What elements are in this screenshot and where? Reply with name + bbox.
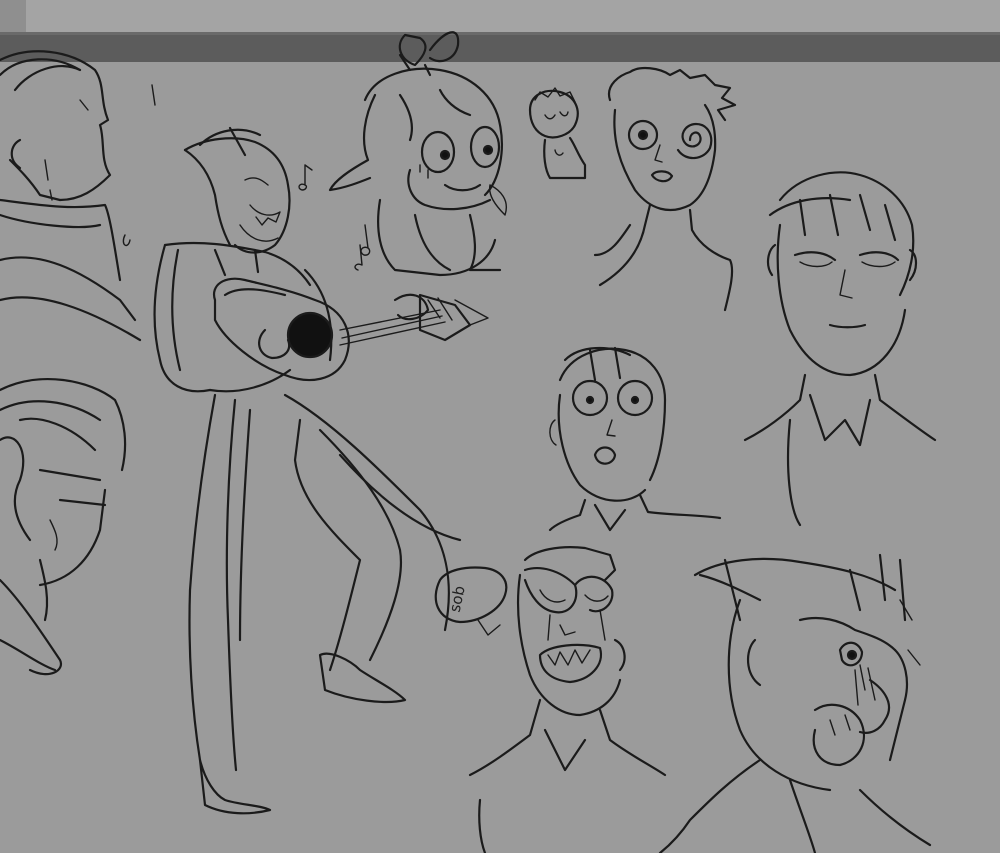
sketch-girl-with-bow	[328, 31, 507, 277]
sketch-spiral-eye-face	[593, 66, 737, 312]
sketch-sobbing-man	[468, 546, 667, 853]
sketch-profile-head-mid-left	[0, 378, 127, 676]
sketch-canvas	[0, 31, 937, 853]
sketch-crying-man	[658, 553, 932, 853]
sketch-profile-head-top-left	[0, 50, 156, 342]
sketch-chibi	[528, 87, 587, 180]
sketch-shocked-face	[548, 346, 722, 532]
sketch-tired-man	[743, 171, 937, 527]
sketch-guitarist	[153, 126, 489, 815]
guitar-soundhole	[286, 311, 334, 359]
